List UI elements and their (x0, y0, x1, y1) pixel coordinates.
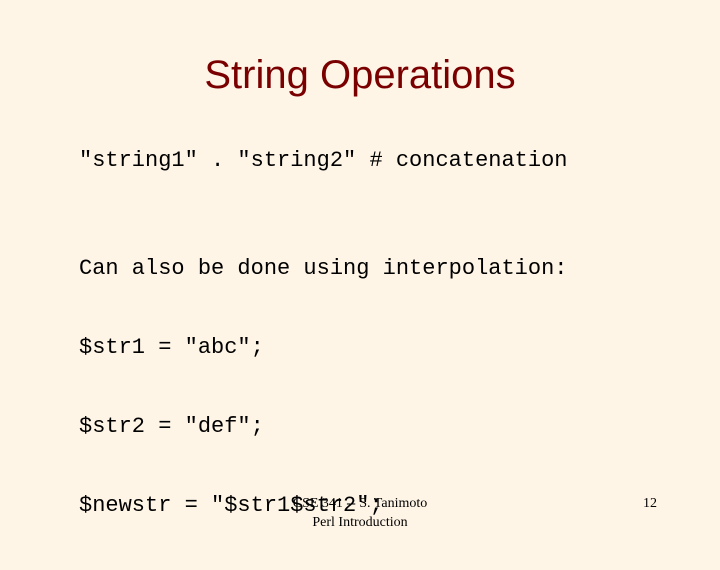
interpolation-intro: Can also be done using interpolation: (79, 256, 568, 281)
footer-lecture-title: Perl Introduction (312, 515, 408, 530)
code-line-str2: $str2 = "def"; (79, 414, 264, 439)
page-number: 12 (643, 496, 657, 511)
footer-course-author: CSE 341 -- S. Tanimoto (292, 496, 428, 511)
slide-title: String Operations (204, 53, 516, 97)
footer-course-info: CSE 341 -- S. Tanimoto Perl Introduction (262, 494, 458, 532)
code-line-str1: $str1 = "abc"; (79, 335, 264, 360)
concatenation-example: "string1" . "string2" # concatenation (79, 148, 568, 173)
slide: String Operations "string1" . "string2" … (0, 0, 720, 540)
